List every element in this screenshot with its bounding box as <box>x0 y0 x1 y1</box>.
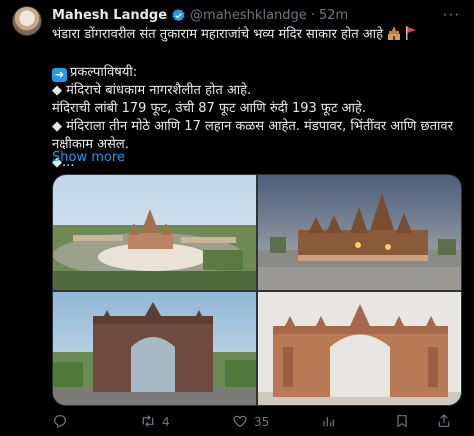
flag-emoji-icon <box>405 26 417 46</box>
like-count: 35 <box>254 415 270 429</box>
tweet-line-4: ◆ मंदिराचे बांधकाम नागरशैलीत होत आहे. <box>52 83 252 98</box>
show-more-link[interactable]: Show more <box>52 150 125 165</box>
retweet-button[interactable]: 4 <box>140 413 170 432</box>
author-handle[interactable]: @maheshklandge <box>190 8 307 23</box>
tweet-timestamp[interactable]: 52m <box>319 8 348 23</box>
reply-button[interactable] <box>52 413 74 432</box>
right-arrow-emoji-icon: ➜ <box>52 68 67 82</box>
retweet-count: 4 <box>162 415 170 429</box>
reply-icon <box>52 413 68 432</box>
verified-badge-icon <box>171 8 186 23</box>
more-options-icon[interactable]: ··· <box>443 6 460 24</box>
retweet-icon <box>140 413 156 432</box>
header-separator: · <box>310 7 315 23</box>
share-button[interactable] <box>436 413 452 432</box>
views-button[interactable] <box>320 413 342 432</box>
media-image-3[interactable] <box>53 292 256 405</box>
share-icon <box>436 413 452 432</box>
tweet-line-3: ➜ प्रकल्पाविषयी: <box>52 64 462 82</box>
media-image-1[interactable] <box>53 175 256 290</box>
media-image-4[interactable] <box>258 292 461 405</box>
author-avatar[interactable] <box>12 6 42 36</box>
tweet-line-5: मंदिराची लांबी 179 फूट, उंची 87 फूट आणि … <box>52 101 366 116</box>
like-button[interactable]: 35 <box>232 413 269 432</box>
temple-emoji-icon <box>387 26 401 46</box>
bookmark-icon <box>394 413 410 432</box>
bookmark-button[interactable] <box>394 413 410 432</box>
author-name[interactable]: Mahesh Landge <box>52 8 167 23</box>
views-icon <box>320 413 336 432</box>
tweet-actions: 4 35 <box>52 412 462 432</box>
tweet-header: Mahesh Landge @maheshklandge · 52m <box>52 6 348 24</box>
like-icon <box>232 413 248 432</box>
tweet-card[interactable]: Mahesh Landge @maheshklandge · 52m ··· भ… <box>0 0 474 436</box>
media-image-2[interactable] <box>258 175 461 290</box>
media-grid <box>52 174 462 406</box>
tweet-line-6: ◆ मंदिराला तीन मोठे आणि 17 लहान कळस आहेत… <box>52 119 453 134</box>
tweet-line-1: भंडारा डोंगरावरील संत तुकाराम महाराजांचे… <box>52 26 462 46</box>
